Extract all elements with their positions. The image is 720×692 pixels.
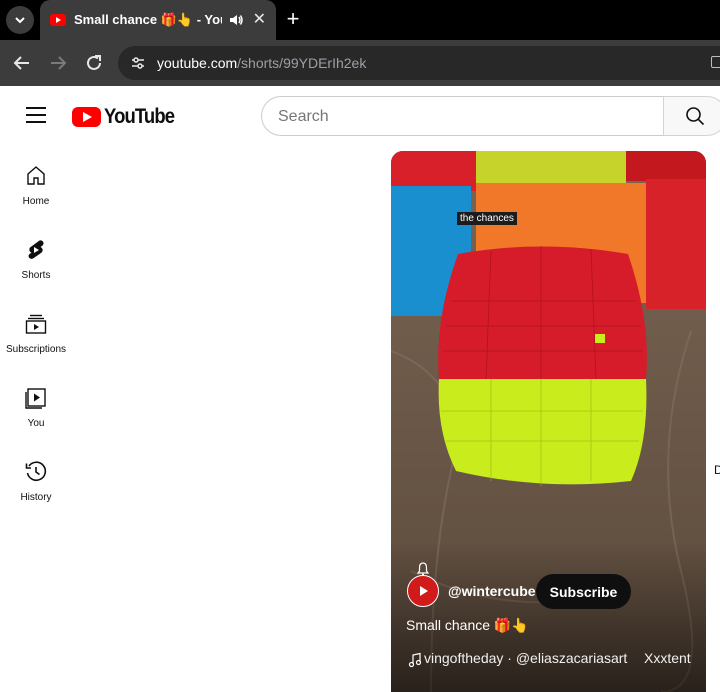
subscriptions-icon <box>25 314 47 334</box>
sidebar-item-history[interactable]: History <box>0 442 72 516</box>
reload-icon[interactable] <box>83 52 105 74</box>
logo-text: YouTube <box>104 105 175 128</box>
site-settings-icon[interactable] <box>130 55 146 71</box>
video-caption: the chances <box>457 212 517 225</box>
url-host: youtube.com <box>157 55 238 71</box>
music-artist-text: Xxxtent <box>644 650 691 666</box>
youtube-header: YouTube <box>0 86 720 146</box>
music-track-text: vingoftheday · @eliaszacariasart <box>424 650 628 666</box>
subscribe-button[interactable]: Subscribe <box>536 574 631 609</box>
sidebar-item-subscriptions[interactable]: Subscriptions <box>0 294 72 368</box>
url-text: youtube.com/shorts/99YDErIh2ek <box>157 55 366 71</box>
you-icon <box>25 388 46 409</box>
channel-handle[interactable]: @wintercube <box>448 583 536 599</box>
close-tab-icon[interactable]: ✕ <box>253 11 266 29</box>
menu-icon[interactable] <box>26 107 46 123</box>
url-path: /shorts/99YDErIh2ek <box>237 55 367 71</box>
youtube-favicon-icon <box>50 14 66 26</box>
sidebar-item-label: Shorts <box>21 270 51 281</box>
youtube-logo[interactable]: YouTube <box>72 105 184 129</box>
history-icon <box>25 461 47 482</box>
sidebar-item-home[interactable]: Home <box>0 146 72 220</box>
search-input[interactable] <box>278 106 648 128</box>
channel-avatar[interactable] <box>407 575 439 607</box>
browser-tab-strip: Small chance 🎁👆 - YouTube ✕ + <box>0 0 720 40</box>
browser-toolbar: youtube.com/shorts/99YDErIh2ek <box>0 40 720 86</box>
music-row[interactable]: vingoftheday · @eliaszacariasart Xxxtent <box>408 650 698 670</box>
address-bar[interactable]: youtube.com/shorts/99YDErIh2ek <box>118 46 720 80</box>
forward-arrow-icon[interactable] <box>47 52 69 74</box>
search-box <box>261 96 664 136</box>
music-note-icon <box>408 652 422 668</box>
sidebar-item-shorts[interactable]: Shorts <box>0 220 72 294</box>
new-tab-button[interactable]: + <box>282 8 304 31</box>
sidebar-item-label: You <box>27 418 45 429</box>
youtube-logo-icon <box>72 107 101 127</box>
shorts-video-player[interactable]: the chances @wintercube Subscribe Small … <box>391 151 706 692</box>
notification-bell-icon[interactable] <box>417 562 429 576</box>
back-arrow-icon[interactable] <box>11 52 33 74</box>
short-title[interactable]: Small chance 🎁👆 <box>406 617 529 634</box>
search-icon <box>686 107 705 126</box>
speaker-icon[interactable] <box>228 12 244 28</box>
home-icon <box>27 166 45 185</box>
sidebar-item-you[interactable]: You <box>0 368 72 442</box>
clipped-edge-text: D <box>714 463 720 477</box>
sidebar-item-label: History <box>20 492 52 503</box>
browser-tab-active[interactable]: Small chance 🎁👆 - YouTube ✕ <box>40 0 276 40</box>
extension-icon[interactable] <box>711 56 720 68</box>
shorts-icon <box>28 240 44 259</box>
tab-search-button[interactable] <box>6 6 34 34</box>
search-button[interactable] <box>663 96 720 136</box>
sidebar-item-label: Home <box>22 196 50 207</box>
chevron-down-icon <box>15 17 25 24</box>
tab-title: Small chance 🎁👆 - YouTube <box>74 12 222 27</box>
sidebar-item-label: Subscriptions <box>5 344 67 355</box>
